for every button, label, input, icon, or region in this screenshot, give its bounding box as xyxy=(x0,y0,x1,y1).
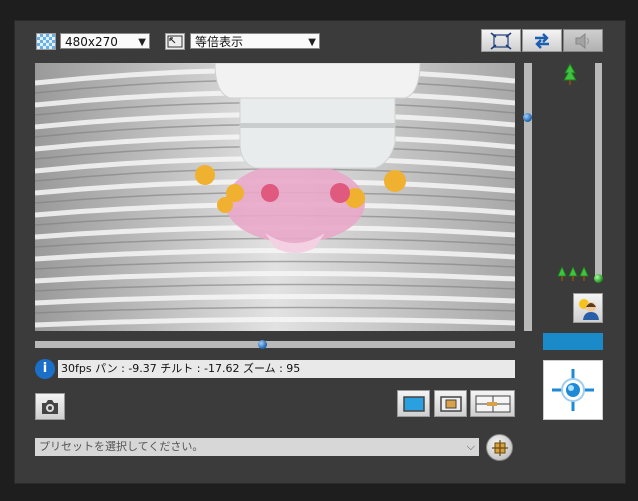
framed-view-button[interactable] xyxy=(434,390,467,417)
preset-placeholder: プリセットを選択してください。 xyxy=(39,440,204,453)
preset-go-button[interactable] xyxy=(486,434,513,461)
camera-video-feed[interactable] xyxy=(35,63,515,331)
snapshot-button[interactable] xyxy=(35,393,65,420)
ptz-control-button[interactable] xyxy=(543,360,603,420)
resolution-value: 480x270 xyxy=(65,35,118,49)
crosshair-target-icon xyxy=(552,369,594,411)
display-mode-value: 等倍表示 xyxy=(195,35,244,49)
split-view-button[interactable] xyxy=(470,390,515,417)
display-mode-select[interactable]: 等倍表示 ▼ xyxy=(190,33,320,49)
preset-select[interactable]: プリセットを選択してください。 ⌵ xyxy=(35,438,479,456)
speaker-button[interactable] xyxy=(563,29,603,52)
speaker-muted-icon xyxy=(575,32,590,49)
info-icon: i xyxy=(35,359,55,379)
single-view-icon xyxy=(402,395,425,412)
accent-bar xyxy=(543,333,603,350)
checker-grid-icon xyxy=(36,33,56,50)
pan-slider-track[interactable] xyxy=(35,341,515,348)
chevron-down-icon: ▼ xyxy=(308,37,316,48)
framed-view-icon xyxy=(439,395,462,412)
split-view-icon xyxy=(475,395,510,412)
status-text: 30fps パン : -9.37 チルト : -17.62 ズーム : 95 xyxy=(58,360,515,378)
chevron-down-icon: ▼ xyxy=(138,37,146,48)
tilt-slider-track[interactable] xyxy=(524,63,532,331)
pan-slider-handle[interactable] xyxy=(258,340,267,349)
single-tree-icon xyxy=(563,63,577,85)
preset-target-icon xyxy=(491,439,508,456)
tilt-slider-handle[interactable] xyxy=(523,113,532,122)
camera-icon xyxy=(42,399,58,414)
resize-frame-icon xyxy=(165,33,185,50)
swap-button[interactable] xyxy=(522,29,562,52)
single-view-button[interactable] xyxy=(397,390,430,417)
fullscreen-expand-icon xyxy=(490,31,512,50)
zoom-slider-handle[interactable] xyxy=(594,274,603,283)
resolution-select[interactable]: 480x270 ▼ xyxy=(60,33,150,49)
zoom-slider-track[interactable] xyxy=(595,63,602,281)
chevron-down-icon: ⌵ xyxy=(466,440,475,453)
three-trees-icon xyxy=(557,266,589,281)
fullscreen-button[interactable] xyxy=(481,29,521,52)
camera-image xyxy=(35,63,515,331)
backlight-person-icon xyxy=(579,299,599,320)
backlight-compensation-button[interactable] xyxy=(573,293,603,323)
swap-arrows-icon xyxy=(535,32,549,49)
